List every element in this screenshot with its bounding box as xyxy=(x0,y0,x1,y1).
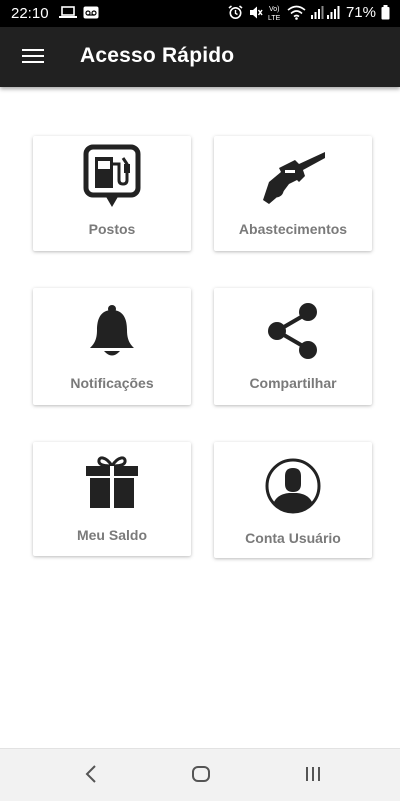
card-label-meu-saldo: Meu Saldo xyxy=(76,527,147,543)
bell-icon xyxy=(90,305,134,356)
wifi-icon xyxy=(287,5,306,20)
svg-text:Vo): Vo) xyxy=(269,6,280,13)
recents-icon[interactable] xyxy=(303,763,323,785)
battery-icon xyxy=(381,5,390,20)
card-conta-usuario[interactable]: Conta Usuário xyxy=(214,442,372,558)
card-postos[interactable]: Postos xyxy=(33,136,191,251)
card-label-postos: Postos xyxy=(88,221,136,237)
laptop-icon xyxy=(59,6,77,18)
card-label-conta-usuario: Conta Usuário xyxy=(245,530,341,546)
hamburger-menu-icon[interactable] xyxy=(22,45,48,69)
navigation-bar xyxy=(0,748,400,801)
battery-percentage: 71% xyxy=(345,4,376,21)
card-label-abastecimentos: Abastecimentos xyxy=(238,221,348,237)
card-meu-saldo[interactable]: Meu Saldo xyxy=(33,442,191,556)
volte-icon: Vo) LTE xyxy=(268,6,281,21)
signal-icon xyxy=(310,6,340,19)
gift-icon xyxy=(86,456,138,508)
share-icon xyxy=(268,303,317,359)
mute-icon xyxy=(249,6,263,19)
back-icon[interactable] xyxy=(82,763,100,785)
status-bar: 22:10 Vo) LTE 71% xyxy=(0,0,400,27)
svg-text:LTE: LTE xyxy=(268,15,281,21)
user-account-icon xyxy=(265,458,321,514)
home-icon[interactable] xyxy=(191,763,211,785)
fuel-nozzle-icon xyxy=(263,152,325,204)
page-title: Acesso Rápido xyxy=(80,44,235,67)
card-label-notificacoes: Notificações xyxy=(70,375,154,391)
card-notificacoes[interactable]: Notificações xyxy=(33,288,191,405)
gas-station-icon xyxy=(83,144,141,207)
card-compartilhar[interactable]: Compartilhar xyxy=(214,288,372,405)
voicemail-icon xyxy=(83,6,99,19)
app-bar: Acesso Rápido xyxy=(0,27,400,87)
status-time: 22:10 xyxy=(11,5,49,22)
alarm-icon xyxy=(228,5,243,19)
card-abastecimentos[interactable]: Abastecimentos xyxy=(214,136,372,251)
card-label-compartilhar: Compartilhar xyxy=(249,375,337,391)
